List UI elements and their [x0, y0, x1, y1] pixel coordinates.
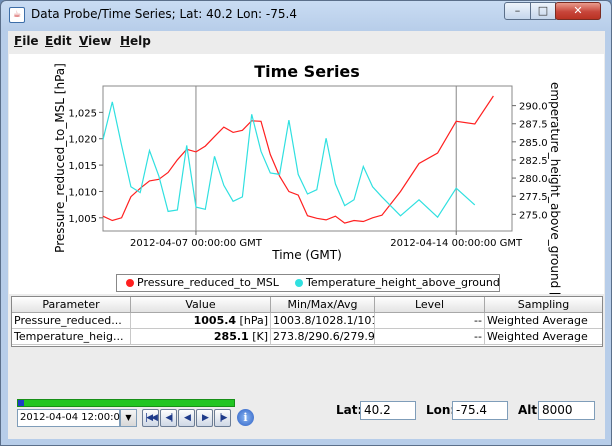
- time-series-chart[interactable]: Time Series 1,005 1,010 1,015 1,020 1,025 27…: [9, 54, 604, 309]
- lon-field[interactable]: -75.4: [452, 401, 508, 420]
- left-tick-label: 1,025: [68, 108, 97, 119]
- param-cell[interactable]: Pressure_reduced...: [12, 313, 131, 329]
- time-dropdown-button[interactable]: ▼: [120, 409, 137, 427]
- table-header: Parameter Value Min/Max/Avg Level Sampli…: [12, 297, 602, 313]
- lat-label: Lat:: [336, 403, 363, 417]
- legend-pressure-swatch: [126, 279, 134, 287]
- x-tick-label: 2012-04-14 00:00:00 GMT: [390, 238, 523, 249]
- left-axis-label: Pressure_reduced_to_MSL [hPa]: [53, 63, 67, 253]
- minmaxavg-cell[interactable]: 273.8/290.6/279.9: [271, 329, 375, 345]
- chart-legend: Pressure_reduced_to_MSL Temperature_heig…: [116, 274, 500, 292]
- play-forward-button[interactable]: ▶: [196, 409, 213, 427]
- right-tick-label: 280.0: [519, 174, 548, 185]
- table-row[interactable]: Pressure_reduced... 1005.4 [hPa] 1003.8/…: [12, 313, 602, 329]
- col-minmaxavg[interactable]: Min/Max/Avg: [271, 297, 375, 313]
- time-and-location-controls: 2012-04-04 12:00:00Z ▼ |◀◀ ◀| ◀ ▶ |▶ ▶▶|…: [8, 391, 605, 439]
- table-row[interactable]: Temperature_heig... 285.1 [K] 273.8/290.…: [12, 329, 602, 345]
- legend-pressure-label: Pressure_reduced_to_MSL: [137, 276, 279, 289]
- x-axis-label: Time (GMT): [271, 248, 342, 262]
- maximize-button[interactable]: □: [530, 2, 556, 20]
- right-tick-label: 275.0: [519, 210, 548, 221]
- timeline-current-marker[interactable]: [18, 400, 24, 406]
- level-cell[interactable]: --: [375, 329, 485, 345]
- value-cell[interactable]: 1005.4 [hPa]: [131, 313, 271, 329]
- step-back-button[interactable]: ◀|: [160, 409, 177, 427]
- lon-label: Lon:: [426, 403, 456, 417]
- data-probe-window: ☕ Data Probe/Time Series; Lat: 40.2 Lon:…: [0, 0, 612, 446]
- right-tick-label: 285.0: [519, 138, 548, 149]
- title-bar[interactable]: ☕ Data Probe/Time Series; Lat: 40.2 Lon:…: [1, 1, 611, 29]
- right-tick-label: 282.5: [519, 156, 548, 167]
- step-forward-button[interactable]: |▶: [214, 409, 231, 427]
- right-tick-label: 277.5: [519, 192, 548, 203]
- info-icon[interactable]: i: [237, 409, 254, 426]
- menu-help[interactable]: Help: [120, 34, 151, 48]
- menu-bar: File Edit View Help: [8, 31, 605, 53]
- left-tick-label: 1,020: [68, 135, 97, 146]
- menu-edit[interactable]: Edit: [45, 34, 72, 48]
- chart-title: Time Series: [254, 62, 360, 81]
- minimize-button[interactable]: –: [504, 2, 531, 20]
- minmaxavg-cell[interactable]: 1003.8/1028.1/101...: [271, 313, 375, 329]
- col-value[interactable]: Value: [131, 297, 271, 313]
- sampling-cell[interactable]: Weighted Average: [485, 313, 602, 329]
- right-axis: 275.0 277.5 280.0 282.5 285.0 287.5 290.0: [512, 102, 548, 221]
- probe-table: Parameter Value Min/Max/Avg Level Sampli…: [11, 296, 603, 347]
- animation-timeline[interactable]: [17, 399, 235, 407]
- menu-file[interactable]: File: [14, 34, 39, 48]
- x-axis: 2012-04-07 00:00:00 GMT 2012-04-14 00:00:…: [130, 231, 523, 249]
- current-time-field[interactable]: 2012-04-04 12:00:00Z: [17, 409, 133, 427]
- param-cell[interactable]: Temperature_heig...: [12, 329, 131, 345]
- first-frame-button[interactable]: |◀◀: [142, 409, 159, 427]
- time-series-chart-panel[interactable]: Time Series 1,005 1,010 1,015 1,020 1,025 27…: [9, 54, 604, 309]
- x-tick-label: 2012-04-07 00:00:00 GMT: [130, 238, 263, 249]
- col-level[interactable]: Level: [375, 297, 485, 313]
- left-axis: 1,005 1,010 1,015 1,020 1,025: [68, 108, 103, 225]
- play-backward-button[interactable]: ◀: [178, 409, 195, 427]
- java-coffee-icon: ☕: [9, 7, 25, 23]
- alt-field[interactable]: 8000: [538, 401, 595, 420]
- legend-temperature-label: Temperature_height_above_ground: [306, 276, 500, 289]
- col-sampling[interactable]: Sampling: [485, 297, 602, 313]
- window-content: File Edit View Help Time Series 1,005 1,0…: [8, 31, 605, 439]
- level-cell[interactable]: --: [375, 313, 485, 329]
- left-tick-label: 1,010: [68, 187, 97, 198]
- lat-field[interactable]: 40.2: [360, 401, 416, 420]
- left-tick-label: 1,015: [68, 161, 97, 172]
- left-tick-label: 1,005: [68, 214, 97, 225]
- right-tick-label: 290.0: [519, 102, 548, 113]
- window-title: Data Probe/Time Series; Lat: 40.2 Lon: -…: [31, 7, 297, 21]
- legend-temperature-swatch: [295, 279, 303, 287]
- value-cell[interactable]: 285.1 [K]: [131, 329, 271, 345]
- right-axis-label: emperature_height_above_ground [K]: [548, 82, 562, 294]
- col-parameter[interactable]: Parameter: [12, 297, 131, 313]
- plot-area: [102, 85, 513, 232]
- close-button[interactable]: ✕: [555, 2, 601, 20]
- menu-view[interactable]: View: [79, 34, 111, 48]
- sampling-cell[interactable]: Weighted Average: [485, 329, 602, 345]
- right-tick-label: 287.5: [519, 120, 548, 131]
